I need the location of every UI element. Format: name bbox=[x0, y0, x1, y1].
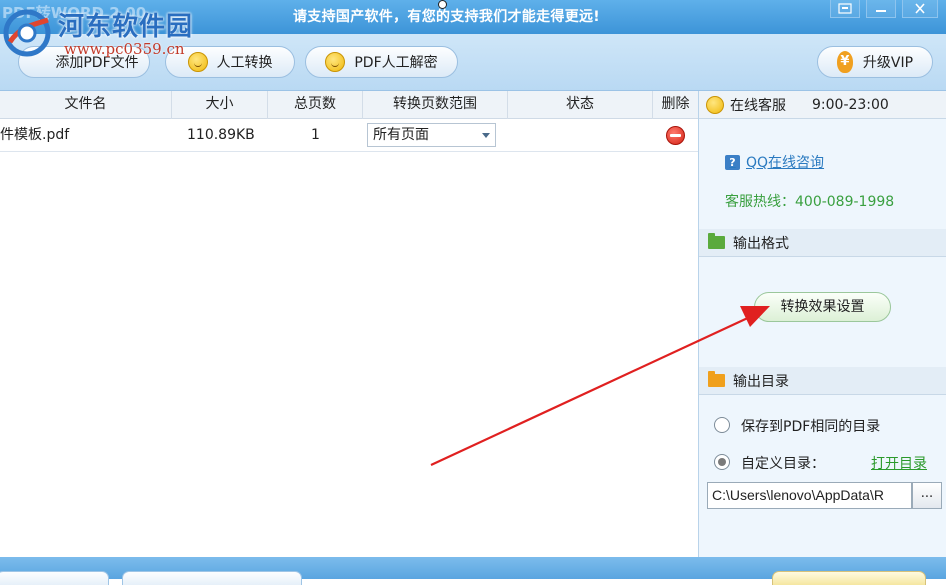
qq-consult-link[interactable]: ? QQ在线咨询 bbox=[725, 152, 824, 172]
table-row[interactable]: 件模板.pdf 110.89KB 1 所有页面 bbox=[0, 119, 698, 152]
folder-icon bbox=[708, 233, 725, 249]
service-title: 在线客服 bbox=[730, 97, 786, 114]
close-button[interactable] bbox=[902, 0, 938, 18]
conversion-effect-settings-button[interactable]: 转换效果设置 bbox=[754, 292, 891, 322]
custom-dir-radio[interactable] bbox=[714, 454, 730, 470]
customer-service-icon bbox=[706, 95, 724, 114]
file-name-cell: 件模板.pdf bbox=[0, 127, 70, 143]
upgrade-vip-label: 升级VIP bbox=[862, 55, 914, 71]
skin-button[interactable] bbox=[830, 0, 860, 18]
file-list-area[interactable] bbox=[0, 152, 698, 557]
page-range-value: 所有页面 bbox=[373, 127, 429, 143]
output-dir-title: 输出目录 bbox=[733, 373, 789, 390]
bottom-middle-button[interactable] bbox=[122, 571, 302, 585]
pdf-decrypt-button[interactable]: PDF人工解密 bbox=[305, 46, 458, 78]
smiley-icon bbox=[325, 52, 346, 72]
service-header: 在线客服 9:00-23:00 bbox=[699, 91, 946, 119]
bottom-bar bbox=[0, 557, 946, 585]
custom-dir-label[interactable]: 自定义目录： bbox=[741, 453, 825, 473]
file-size-cell: 110.89KB bbox=[187, 127, 255, 143]
right-panel: 在线客服 9:00-23:00 ? QQ在线咨询 客服热线：400-089-19… bbox=[698, 91, 946, 557]
page-range-select[interactable]: 所有页面 bbox=[367, 123, 496, 147]
hotline-text: 客服热线：400-089-1998 bbox=[725, 194, 895, 210]
start-convert-button[interactable] bbox=[772, 571, 926, 585]
qq-consult-label: QQ在线咨询 bbox=[746, 155, 825, 171]
folder-icon bbox=[708, 371, 725, 387]
bottom-left-button[interactable] bbox=[0, 571, 109, 585]
help-icon: ? bbox=[725, 154, 740, 170]
column-header-status[interactable]: 状态 bbox=[508, 91, 653, 119]
page-count-cell: 1 bbox=[311, 127, 320, 143]
chevron-down-icon bbox=[482, 133, 490, 138]
slogan-text: 请支持国产软件，有您的支持我们才能走得更远! bbox=[293, 9, 600, 25]
minimize-icon bbox=[876, 10, 886, 12]
file-table-header: 文件名 大小 总页数 转换页数范围 状态 删除 bbox=[0, 91, 698, 119]
service-hours: 9:00-23:00 bbox=[812, 96, 889, 113]
smiley-icon bbox=[187, 52, 208, 72]
close-icon bbox=[915, 3, 925, 14]
open-dir-link[interactable]: 打开目录 bbox=[871, 453, 927, 473]
watermark-name: 河东软件园 bbox=[58, 12, 194, 42]
column-header-delete[interactable]: 删除 bbox=[653, 91, 698, 119]
money-bag-icon bbox=[836, 51, 853, 73]
delete-icon[interactable] bbox=[666, 126, 685, 145]
column-header-filename[interactable]: 文件名 bbox=[0, 91, 172, 119]
column-header-range[interactable]: 转换页数范围 bbox=[363, 91, 508, 119]
upgrade-vip-button[interactable]: 升级VIP bbox=[817, 46, 933, 78]
pdf-decrypt-label: PDF人工解密 bbox=[354, 55, 438, 71]
output-format-title: 输出格式 bbox=[733, 235, 789, 252]
column-header-pages[interactable]: 总页数 bbox=[268, 91, 363, 119]
browse-button[interactable]: ... bbox=[912, 482, 942, 509]
minimize-button[interactable] bbox=[866, 0, 896, 18]
column-header-size[interactable]: 大小 bbox=[172, 91, 268, 119]
same-dir-radio[interactable] bbox=[714, 417, 730, 433]
watermark-logo bbox=[3, 9, 51, 57]
mouse-cursor-icon bbox=[438, 0, 447, 9]
same-dir-label[interactable]: 保存到PDF相同的目录 bbox=[741, 416, 880, 436]
output-format-header: 输出格式 bbox=[699, 229, 946, 257]
output-dir-header: 输出目录 bbox=[699, 367, 946, 395]
window-menu-icon bbox=[838, 3, 852, 14]
manual-convert-label: 人工转换 bbox=[216, 55, 273, 71]
output-path-field[interactable]: C:\Users\lenovo\AppData\R bbox=[707, 482, 912, 509]
watermark-url: www.pc0359.cn bbox=[64, 40, 185, 58]
